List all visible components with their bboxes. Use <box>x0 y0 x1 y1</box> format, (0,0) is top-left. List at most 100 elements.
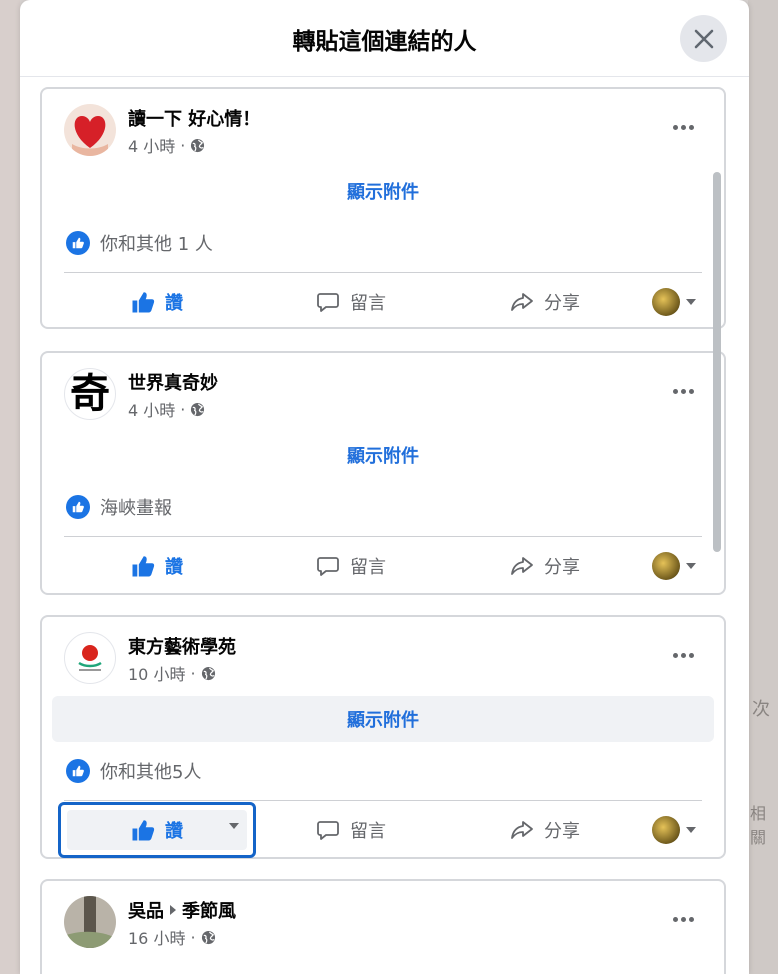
like-reaction-icon <box>66 759 90 783</box>
meta-separator: · <box>190 927 196 947</box>
chevron-down-icon <box>686 563 696 569</box>
avatar[interactable]: 奇 <box>64 368 116 420</box>
share-button[interactable]: 分享 <box>452 279 638 325</box>
share-button[interactable]: 分享 <box>452 807 638 853</box>
divider <box>64 800 702 801</box>
author-name-link[interactable]: 吳品 <box>128 897 164 923</box>
divider <box>64 536 702 537</box>
more-options-button[interactable] <box>668 645 698 665</box>
share-label: 分享 <box>544 293 580 314</box>
post-author-line: 吳品 季節風 <box>128 897 236 923</box>
triangle-right-icon <box>170 905 176 915</box>
thumbs-up-icon <box>132 292 155 313</box>
background-text: 次 <box>752 699 770 720</box>
scrollbar-thumb[interactable] <box>713 172 721 552</box>
more-options-button[interactable] <box>668 381 698 401</box>
reaction-summary[interactable]: 你和其他5人 <box>66 758 201 784</box>
page-name-link[interactable]: 讀一下 好心情！ <box>128 105 260 131</box>
avatar[interactable] <box>64 896 116 948</box>
globe-icon[interactable] <box>190 402 205 417</box>
reshare-post: 讀一下 好心情！ 4 小時 · 顯示附件 你和其他 1 人 讚 留言 分享 <box>40 87 726 329</box>
avatar-glyph: 奇 <box>70 370 110 417</box>
like-reaction-icon <box>66 495 90 519</box>
comment-button[interactable]: 留言 <box>258 807 444 853</box>
like-reaction-icon <box>66 231 90 255</box>
action-bar: 讚 留言 分享 <box>42 543 724 589</box>
page-name-link[interactable]: 東方藝術學苑 <box>128 633 236 659</box>
show-attachment-button[interactable]: 顯示附件 <box>52 432 714 478</box>
action-bar: 讚 留言 分享 <box>42 807 724 853</box>
post-time[interactable]: 10 小時 <box>128 661 185 685</box>
actor-avatar <box>652 552 680 580</box>
comment-label: 留言 <box>350 293 386 314</box>
like-label: 讚 <box>165 557 183 578</box>
page-name-link[interactable]: 世界真奇妙 <box>128 369 218 395</box>
like-label: 讚 <box>165 293 183 314</box>
comment-icon <box>317 293 339 312</box>
share-icon <box>511 557 533 575</box>
post-meta: 4 小時 · <box>128 397 205 421</box>
reshare-post: 吳品 季節風 16 小時 · <box>40 879 726 974</box>
group-name-link[interactable]: 季節風 <box>182 897 236 923</box>
actor-selector[interactable] <box>642 279 706 325</box>
globe-icon[interactable] <box>201 666 216 681</box>
share-button[interactable]: 分享 <box>452 543 638 589</box>
like-label: 讚 <box>165 821 183 842</box>
background-text: 相關 <box>750 804 767 847</box>
share-icon <box>511 821 533 839</box>
share-icon <box>511 293 533 311</box>
reshare-post: 奇 世界真奇妙 4 小時 · 顯示附件 海峽畫報 讚 留言 分享 <box>40 351 726 595</box>
post-time[interactable]: 16 小時 <box>128 925 185 949</box>
reaction-text: 你和其他5人 <box>100 762 202 783</box>
like-button[interactable]: 讚 <box>64 807 250 853</box>
reshare-post: 東方藝術學苑 10 小時 · 顯示附件 你和其他5人 讚 留言 分享 <box>40 615 726 859</box>
avatar[interactable] <box>64 104 116 156</box>
reaction-summary[interactable]: 你和其他 1 人 <box>66 230 213 256</box>
reshare-list[interactable]: 讀一下 好心情！ 4 小時 · 顯示附件 你和其他 1 人 讚 留言 分享 奇 … <box>20 77 749 974</box>
meta-separator: · <box>190 663 196 683</box>
dialog-title: 轉貼這個連結的人 <box>292 29 477 55</box>
show-attachment-button[interactable]: 顯示附件 <box>52 168 714 214</box>
reaction-text: 海峽畫報 <box>100 498 172 519</box>
share-label: 分享 <box>544 821 580 842</box>
meta-separator: · <box>180 399 186 419</box>
divider <box>64 272 702 273</box>
chevron-down-icon <box>686 299 696 305</box>
dialog-header: 轉貼這個連結的人 <box>20 0 749 77</box>
post-meta: 4 小時 · <box>128 133 205 157</box>
actor-selector[interactable] <box>642 543 706 589</box>
reshares-dialog: 轉貼這個連結的人 讀一下 好心情！ 4 小時 · 顯示附件 你和其他 1 人 讚… <box>20 0 749 974</box>
like-button[interactable]: 讚 <box>64 279 250 325</box>
actor-selector[interactable] <box>642 807 706 853</box>
actor-avatar <box>652 288 680 316</box>
background-page-right: 次 相關 <box>748 0 778 974</box>
comment-button[interactable]: 留言 <box>258 543 444 589</box>
meta-separator: · <box>180 135 186 155</box>
show-attachment-button[interactable]: 顯示附件 <box>52 696 714 742</box>
comment-button[interactable]: 留言 <box>258 279 444 325</box>
chevron-down-icon <box>686 827 696 833</box>
globe-icon[interactable] <box>201 930 216 945</box>
comment-icon <box>317 821 339 840</box>
background-page-left <box>0 0 20 974</box>
post-time[interactable]: 4 小時 <box>128 397 175 421</box>
action-bar: 讚 留言 分享 <box>42 279 724 325</box>
comment-label: 留言 <box>350 557 386 578</box>
comment-icon <box>317 557 339 576</box>
post-time[interactable]: 4 小時 <box>128 133 175 157</box>
reaction-summary[interactable]: 海峽畫報 <box>66 494 172 520</box>
avatar[interactable] <box>64 632 116 684</box>
share-label: 分享 <box>544 557 580 578</box>
comment-label: 留言 <box>350 821 386 842</box>
thumbs-up-icon <box>132 820 155 841</box>
close-button[interactable] <box>680 15 727 62</box>
more-options-button[interactable] <box>668 909 698 929</box>
thumbs-up-icon <box>132 556 155 577</box>
close-icon <box>694 29 713 48</box>
post-meta: 16 小時 · <box>128 925 216 949</box>
post-meta: 10 小時 · <box>128 661 216 685</box>
more-options-button[interactable] <box>668 117 698 137</box>
globe-icon[interactable] <box>190 138 205 153</box>
reaction-text: 你和其他 1 人 <box>100 234 213 255</box>
like-button[interactable]: 讚 <box>64 543 250 589</box>
